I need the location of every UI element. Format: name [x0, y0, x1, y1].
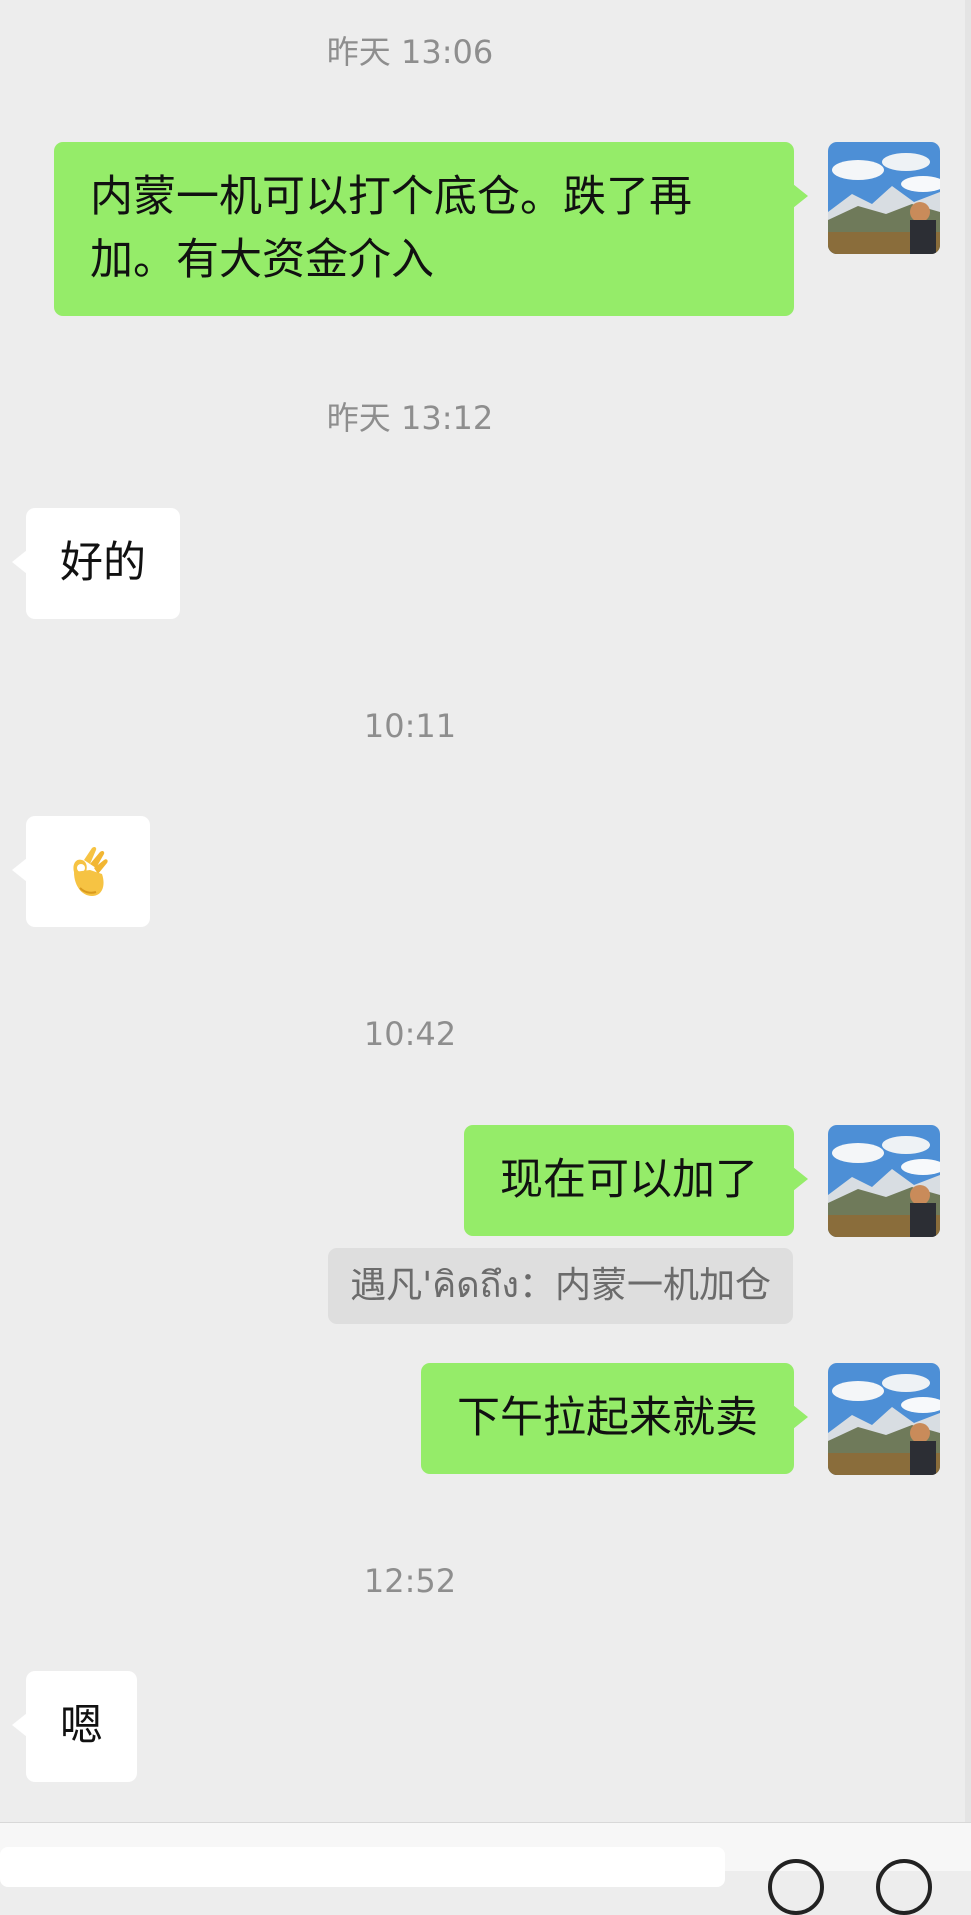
avatar[interactable]: [828, 1125, 940, 1237]
message-text: 好的: [60, 538, 146, 588]
quoted-message-text: 遇凡'คิดถึง：内蒙一机加仓: [350, 1265, 771, 1306]
scrollbar[interactable]: [965, 0, 971, 1822]
message-input[interactable]: [0, 1847, 725, 1887]
timestamp: 10:11: [363, 707, 457, 745]
mountain-landscape-icon: [828, 1363, 940, 1475]
message-text: 嗯: [60, 1701, 103, 1751]
message-text: 下午拉起来就卖: [457, 1393, 758, 1443]
mountain-landscape-icon: [828, 142, 940, 254]
ok-hand-emoji-icon: [73, 846, 108, 896]
timestamp: 昨天 13:12: [326, 399, 494, 437]
avatar[interactable]: [828, 1363, 940, 1475]
emoji-button-icon[interactable]: [768, 1859, 824, 1915]
timestamp: 昨天 13:06: [326, 33, 494, 71]
message-text-line: 内蒙一机可以打个底仓。跌了再: [90, 172, 692, 222]
message-text-line: 加。有大资金介入: [90, 235, 434, 285]
avatar[interactable]: [828, 142, 940, 254]
chat-message-list[interactable]: 昨天 13:06 内蒙一机可以打个底仓。跌了再 加。有大资金介入 昨天 13:1…: [0, 0, 971, 1822]
message-bubble-incoming[interactable]: 好的: [12, 508, 180, 619]
message-bubble-incoming[interactable]: 嗯: [12, 1671, 137, 1782]
add-button-icon[interactable]: [876, 1859, 932, 1915]
message-text: 现在可以加了: [500, 1155, 758, 1205]
chat-input-bar: [0, 1822, 971, 1915]
message-bubble-outgoing[interactable]: 现在可以加了: [464, 1125, 808, 1236]
message-bubble-incoming[interactable]: [12, 816, 150, 927]
quoted-message[interactable]: 遇凡'คิดถึง：内蒙一机加仓: [328, 1248, 793, 1324]
message-bubble-outgoing[interactable]: 内蒙一机可以打个底仓。跌了再 加。有大资金介入: [54, 142, 808, 316]
timestamp: 12:52: [363, 1562, 457, 1600]
timestamp: 10:42: [363, 1015, 457, 1053]
mountain-landscape-icon: [828, 1125, 940, 1237]
message-bubble-outgoing[interactable]: 下午拉起来就卖: [421, 1363, 808, 1474]
